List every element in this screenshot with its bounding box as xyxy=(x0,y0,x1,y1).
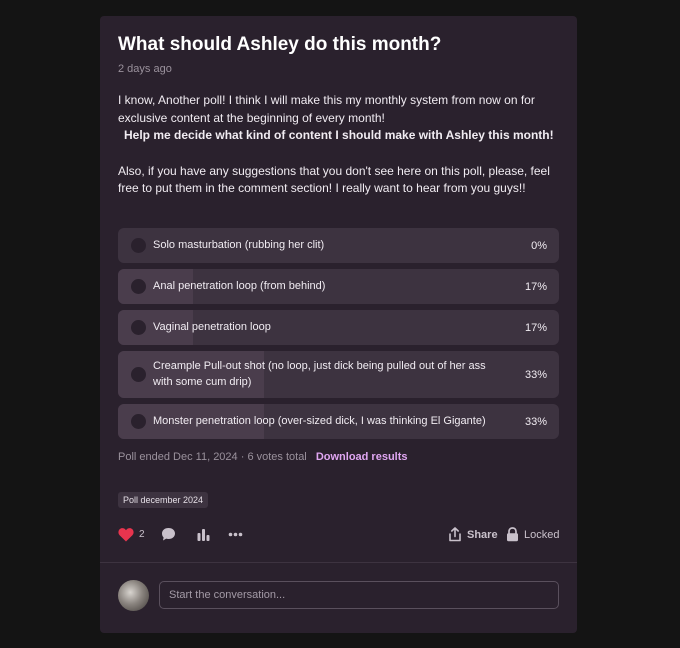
poll-status: Poll ended Dec 11, 2024 · 6 votes total xyxy=(118,451,307,463)
poll-radio[interactable] xyxy=(131,320,146,335)
poll-option-label: Vaginal penetration loop xyxy=(153,320,271,333)
poll-option[interactable]: Monster penetration loop (over-sized dic… xyxy=(118,404,559,439)
poll-radio[interactable] xyxy=(131,238,146,253)
body-paragraph-1: I know, Another poll! I think I will mak… xyxy=(118,93,535,125)
poll-option-label: Solo masturbation (rubbing her clit) xyxy=(153,238,325,251)
locked-status: Locked xyxy=(506,527,559,542)
poll-stats-button[interactable] xyxy=(196,527,211,542)
like-button[interactable]: 2 xyxy=(118,527,145,542)
more-button[interactable] xyxy=(228,527,243,542)
poll-option[interactable]: Vaginal penetration loop 17% xyxy=(118,310,559,345)
poll-option[interactable]: Creample Pull-out shot (no loop, just di… xyxy=(118,351,559,398)
post-actions: 2 Share Locked xyxy=(118,527,559,545)
post-title: What should Ashley do this month? xyxy=(118,34,442,55)
post-date: 2 days ago xyxy=(118,63,172,75)
share-label: Share xyxy=(467,528,498,541)
poll-radio[interactable] xyxy=(131,279,146,294)
poll-option-label: Creample Pull-out shot (no loop, just di… xyxy=(153,360,486,388)
avatar[interactable] xyxy=(118,580,149,611)
poll-option-percent: 33% xyxy=(524,368,547,381)
comment-input[interactable]: Start the conversation... xyxy=(159,581,559,609)
comment-button[interactable] xyxy=(161,527,176,542)
poll-option-percent: 33% xyxy=(524,415,547,428)
lock-icon xyxy=(507,527,518,542)
poll-option-percent: 17% xyxy=(524,280,547,293)
poll-radio[interactable] xyxy=(131,414,146,429)
more-icon xyxy=(228,532,243,537)
poll-option-percent: 17% xyxy=(524,321,547,334)
locked-label: Locked xyxy=(524,528,560,541)
heart-icon xyxy=(118,528,134,542)
poll-option-label: Anal penetration loop (from behind) xyxy=(153,279,326,292)
body-paragraph-2: Also, if you have any suggestions that y… xyxy=(118,163,550,196)
download-results-link[interactable]: Download results xyxy=(316,451,408,463)
share-button[interactable]: Share xyxy=(448,527,498,542)
like-count: 2 xyxy=(139,529,145,540)
poll-option-label: Monster penetration loop (over-sized dic… xyxy=(153,414,486,427)
post-body: I know, Another poll! I think I will mak… xyxy=(118,92,558,198)
poll-option-percent: 0% xyxy=(531,239,547,252)
poll-radio[interactable] xyxy=(131,367,146,382)
bar-chart-icon xyxy=(197,529,210,541)
post-tag[interactable]: Poll december 2024 xyxy=(118,492,209,508)
comment-icon xyxy=(162,528,175,541)
share-icon xyxy=(449,527,461,542)
poll-option[interactable]: Solo masturbation (rubbing her clit) 0% xyxy=(118,228,559,263)
poll-footer: Poll ended Dec 11, 2024 · 6 votes total … xyxy=(118,451,408,463)
post-card: What should Ashley do this month? 2 days… xyxy=(100,16,577,633)
divider xyxy=(100,562,577,563)
comment-placeholder: Start the conversation... xyxy=(169,589,286,601)
body-bold-line: Help me decide what kind of content I sh… xyxy=(124,128,554,142)
poll-option[interactable]: Anal penetration loop (from behind) 17% xyxy=(118,269,559,304)
